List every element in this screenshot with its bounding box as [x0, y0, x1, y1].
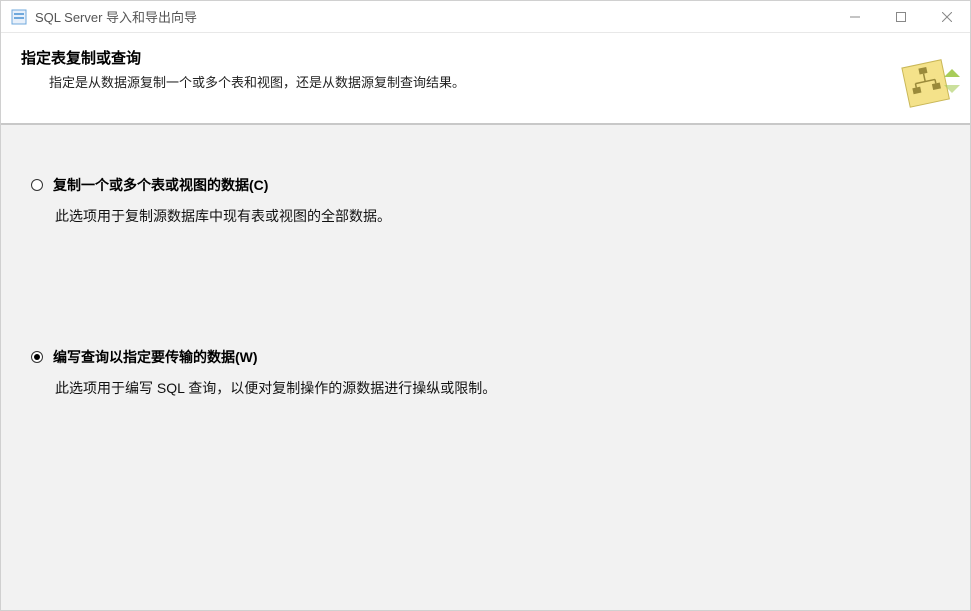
- wizard-header: 指定表复制或查询 指定是从数据源复制一个或多个表和视图，还是从数据源复制查询结果…: [1, 33, 970, 125]
- minimize-button[interactable]: [832, 1, 878, 32]
- option-copy-description: 此选项用于复制源数据库中现有表或视图的全部数据。: [31, 205, 940, 227]
- content-area: 复制一个或多个表或视图的数据(C) 此选项用于复制源数据库中现有表或视图的全部数…: [1, 125, 970, 610]
- option-copy-label: 复制一个或多个表或视图的数据(C): [53, 175, 268, 195]
- option-query-label: 编写查询以指定要传输的数据(W): [53, 347, 258, 367]
- option-query-description: 此选项用于编写 SQL 查询，以便对复制操作的源数据进行操纵或限制。: [31, 377, 940, 399]
- titlebar: SQL Server 导入和导出向导: [1, 1, 970, 33]
- app-icon: [11, 9, 27, 25]
- page-description: 指定是从数据源复制一个或多个表和视图，还是从数据源复制查询结果。: [21, 72, 950, 91]
- window-controls: [832, 1, 970, 32]
- maximize-button[interactable]: [878, 1, 924, 32]
- option-copy-tables[interactable]: 复制一个或多个表或视图的数据(C) 此选项用于复制源数据库中现有表或视图的全部数…: [31, 175, 940, 227]
- window-title: SQL Server 导入和导出向导: [35, 7, 832, 26]
- header-graphic-icon: [892, 45, 960, 113]
- close-button[interactable]: [924, 1, 970, 32]
- option-write-query[interactable]: 编写查询以指定要传输的数据(W) 此选项用于编写 SQL 查询，以便对复制操作的…: [31, 347, 940, 399]
- radio-write-query[interactable]: [31, 351, 43, 363]
- radio-copy-tables[interactable]: [31, 179, 43, 191]
- page-title: 指定表复制或查询: [21, 47, 950, 68]
